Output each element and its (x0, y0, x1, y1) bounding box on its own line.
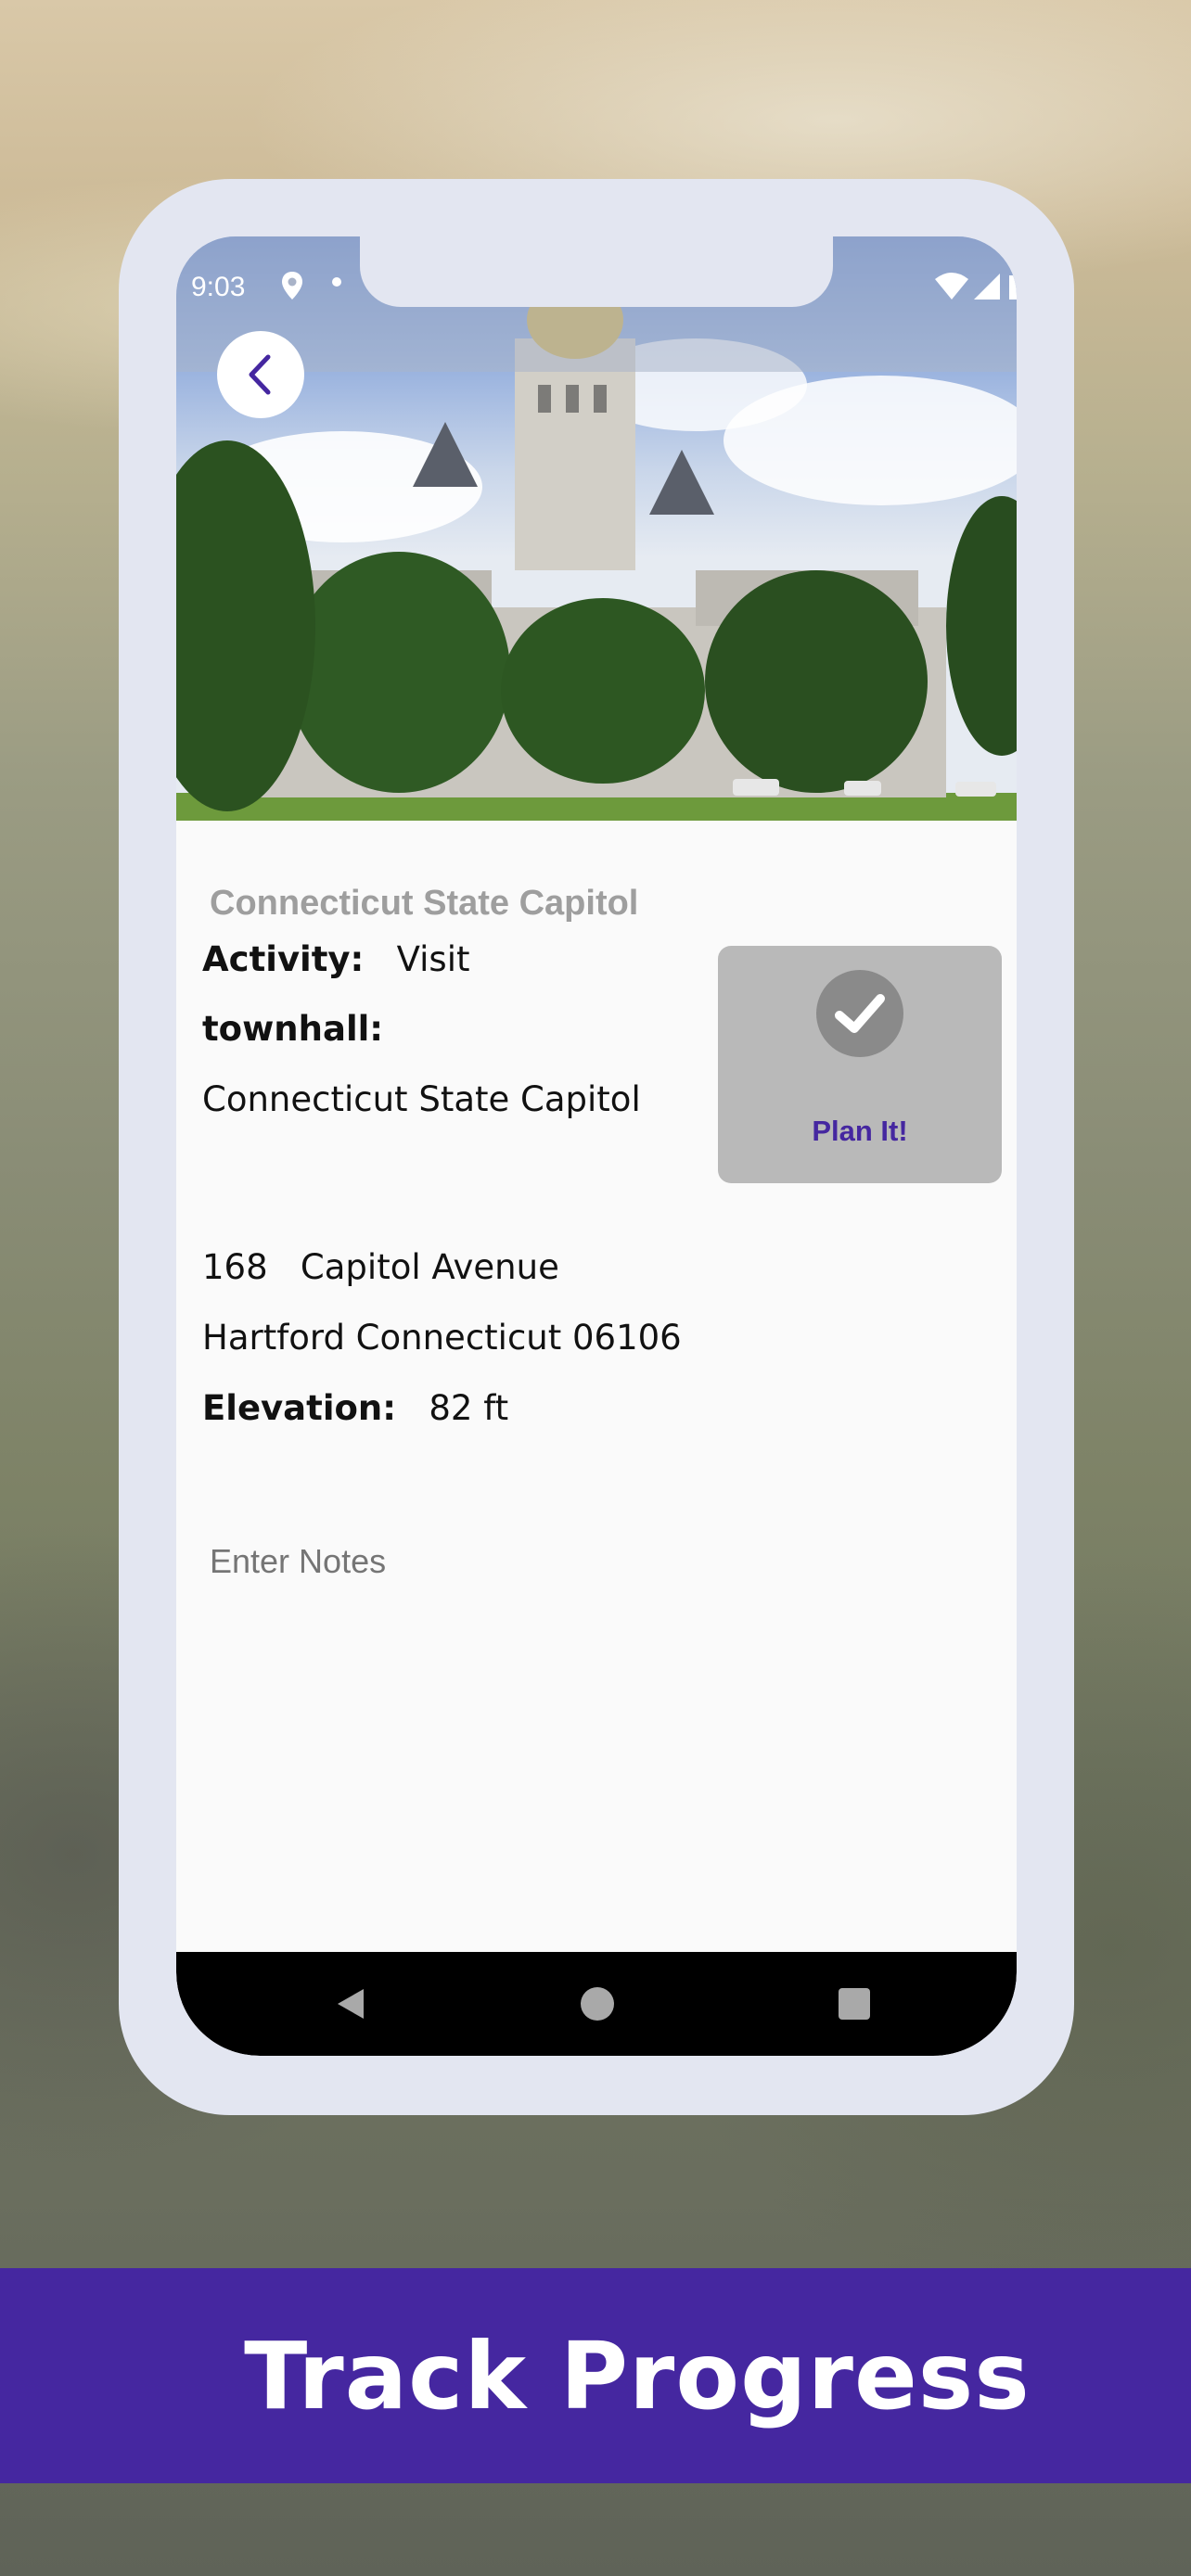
elevation-value: 82 ft (429, 1388, 509, 1428)
activity-row: Activity: Visit (202, 939, 469, 979)
system-nav-bar (176, 1952, 1017, 2056)
place-details: Connecticut State Capitol Activity: Visi… (176, 821, 1017, 1963)
townhall-label: townhall: (202, 1009, 384, 1049)
notes-input[interactable] (202, 1535, 1005, 1828)
address-street: Capitol Avenue (300, 1247, 559, 1287)
back-button[interactable] (217, 331, 304, 418)
promo-banner: Track Progress (0, 2268, 1191, 2483)
place-title: Connecticut State Capitol (210, 884, 639, 923)
townhall-value: Connecticut State Capitol (202, 1079, 641, 1119)
place-photo: 9:03 (176, 236, 1017, 821)
chevron-left-icon (249, 354, 271, 395)
activity-label: Activity: (202, 939, 365, 979)
activity-value: Visit (396, 939, 470, 979)
check-icon (816, 970, 903, 1057)
signal-wifi-battery-icon (935, 273, 1017, 300)
nav-back-icon[interactable] (334, 1987, 367, 2021)
address-number: 168 (202, 1247, 268, 1287)
plan-it-button[interactable]: Plan It! (718, 946, 1002, 1183)
app-screen: 9:03 Connecticut State Capitol Activity:… (176, 236, 1017, 2056)
phone-notch (360, 236, 833, 307)
status-time: 9:03 (191, 272, 246, 302)
address-row: 168 Capitol Avenue (202, 1247, 559, 1287)
elevation-label: Elevation: (202, 1388, 397, 1428)
nav-recents-icon[interactable] (839, 1988, 870, 2020)
plan-it-label: Plan It! (812, 1115, 908, 1147)
city-line: Hartford Connecticut 06106 (202, 1318, 682, 1358)
notification-dot-icon (332, 277, 341, 287)
banner-text: Track Progress (244, 2321, 1031, 2430)
location-icon (282, 272, 302, 300)
townhall-row: townhall: (202, 1009, 383, 1049)
elevation-row: Elevation: 82 ft (202, 1388, 508, 1428)
nav-home-icon[interactable] (581, 1987, 614, 2021)
